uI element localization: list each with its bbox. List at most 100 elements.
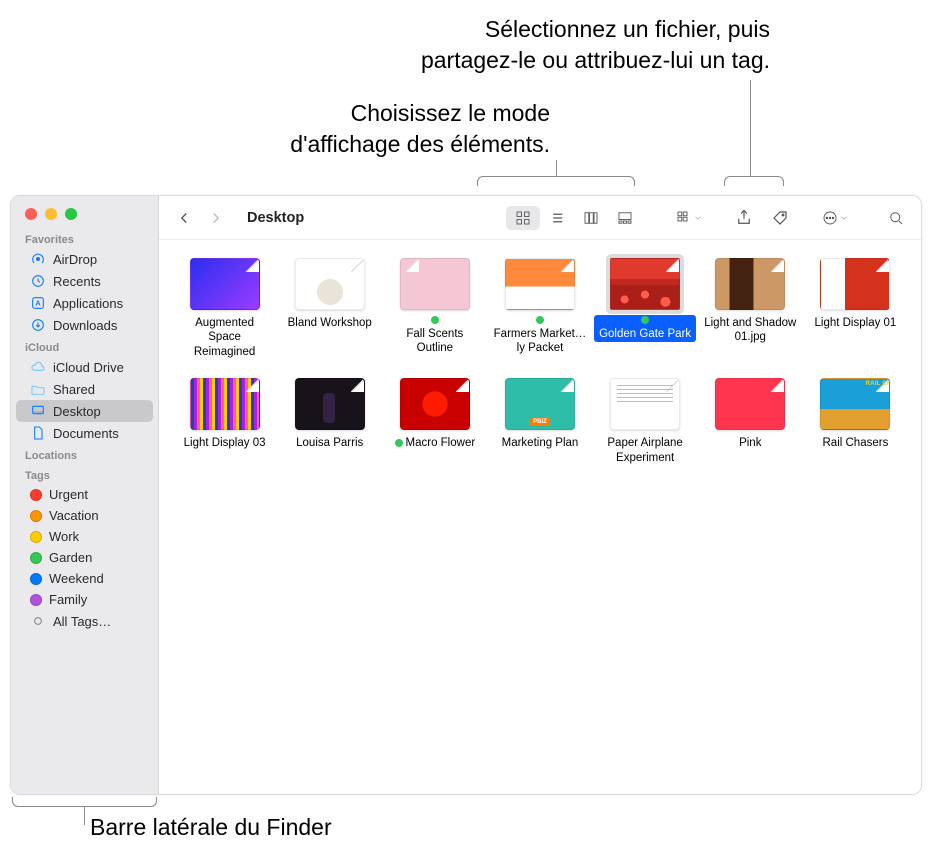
view-column-button[interactable]	[574, 206, 608, 230]
forward-button[interactable]	[201, 205, 231, 231]
file-label: Farmers Market…ly Packet	[489, 315, 591, 357]
close-window-button[interactable]	[25, 208, 37, 220]
sidebar-item-label: Recents	[53, 274, 101, 289]
sidebar-item-downloads[interactable]: Downloads	[16, 314, 153, 336]
sidebar-item-label: Weekend	[49, 571, 104, 586]
sidebar-tag-item[interactable]: Family	[16, 589, 153, 610]
file-thumbnail	[610, 258, 680, 310]
sidebar-item-recents[interactable]: Recents	[16, 270, 153, 292]
sidebar-item-label: Garden	[49, 550, 92, 565]
cloud-icon	[30, 359, 46, 375]
file-thumbnail	[295, 378, 365, 430]
finder-window: Favorites AirDrop Recents A Applications…	[10, 195, 922, 795]
annotation-share-tag: Sélectionnez un fichier, puis partagez-l…	[280, 14, 770, 76]
tag-color-icon	[30, 531, 42, 543]
file-thumbnail	[505, 258, 575, 310]
all-tags-icon	[30, 613, 46, 629]
callout-bracket	[12, 797, 157, 807]
view-gallery-button[interactable]	[608, 206, 642, 230]
airdrop-icon	[30, 251, 46, 267]
file-thumbnail	[190, 258, 260, 310]
file-label: Bland Workshop	[284, 315, 376, 331]
sidebar-item-icloud-drive[interactable]: iCloud Drive	[16, 356, 153, 378]
sidebar-item-desktop[interactable]: Desktop	[16, 400, 153, 422]
file-item[interactable]: Macro Flower	[383, 378, 486, 466]
file-item[interactable]: Louisa Parris	[278, 378, 381, 466]
document-icon	[30, 425, 46, 441]
sidebar-tag-item[interactable]: Garden	[16, 547, 153, 568]
file-item[interactable]: Farmers Market…ly Packet	[488, 258, 591, 360]
file-item[interactable]: Light Display 01	[804, 258, 907, 360]
file-item[interactable]: Marketing Plan	[488, 378, 591, 466]
file-label: Marketing Plan	[498, 435, 583, 451]
main-area: Desktop Augmented Space Reimagined Bland…	[159, 196, 921, 794]
sidebar-tag-item[interactable]: Weekend	[16, 568, 153, 589]
sidebar-section-locations: Locations	[11, 444, 158, 464]
file-thumbnail	[610, 378, 680, 430]
more-actions-button[interactable]	[815, 205, 855, 231]
file-item[interactable]: Augmented Space Reimagined	[173, 258, 276, 360]
file-tag-icon	[536, 316, 544, 324]
sidebar-item-applications[interactable]: A Applications	[16, 292, 153, 314]
file-thumbnail	[400, 258, 470, 310]
sidebar-item-label: Downloads	[53, 318, 117, 333]
share-button[interactable]	[729, 205, 759, 231]
callout-line	[750, 80, 751, 176]
file-label: Macro Flower	[391, 435, 480, 451]
tag-button[interactable]	[765, 205, 795, 231]
tag-color-icon	[30, 510, 42, 522]
file-item[interactable]: Rail Chasers	[804, 378, 907, 466]
file-label: Augmented Space Reimagined	[174, 315, 276, 360]
sidebar-section-tags: Tags	[11, 464, 158, 484]
callout-line	[556, 160, 557, 176]
sidebar-item-all-tags[interactable]: All Tags…	[16, 610, 153, 632]
group-by-button[interactable]	[669, 205, 709, 231]
tag-color-icon	[30, 489, 42, 501]
file-label: Golden Gate Park	[594, 315, 696, 342]
file-thumbnail	[190, 378, 260, 430]
traffic-lights	[11, 196, 158, 228]
sidebar-section-icloud: iCloud	[11, 336, 158, 356]
minimize-window-button[interactable]	[45, 208, 57, 220]
file-thumbnail	[505, 378, 575, 430]
file-item[interactable]: Light Display 03	[173, 378, 276, 466]
file-item[interactable]: Golden Gate Park	[594, 258, 697, 360]
tag-color-icon	[30, 552, 42, 564]
tag-color-icon	[30, 594, 42, 606]
sidebar-item-documents[interactable]: Documents	[16, 422, 153, 444]
sidebar-item-label: AirDrop	[53, 252, 97, 267]
search-button[interactable]	[881, 205, 911, 231]
sidebar-item-label: Desktop	[53, 404, 101, 419]
sidebar-tag-item[interactable]: Work	[16, 526, 153, 547]
sidebar-item-label: iCloud Drive	[53, 360, 124, 375]
sidebar: Favorites AirDrop Recents A Applications…	[11, 196, 159, 794]
file-thumbnail	[820, 378, 890, 430]
back-button[interactable]	[169, 205, 199, 231]
sidebar-tag-item[interactable]: Urgent	[16, 484, 153, 505]
file-tag-icon	[395, 439, 403, 447]
zoom-window-button[interactable]	[65, 208, 77, 220]
file-label: Pink	[735, 435, 765, 451]
file-item[interactable]: Light and Shadow 01.jpg	[699, 258, 802, 360]
sidebar-tag-item[interactable]: Vacation	[16, 505, 153, 526]
apps-icon: A	[30, 295, 46, 311]
file-item[interactable]: Bland Workshop	[278, 258, 381, 360]
callout-bracket	[477, 176, 635, 186]
file-label: Rail Chasers	[819, 435, 893, 451]
file-item[interactable]: Fall Scents Outline	[383, 258, 486, 360]
tag-color-icon	[30, 573, 42, 585]
sidebar-item-label: Documents	[53, 426, 119, 441]
desktop-icon	[30, 403, 46, 419]
view-list-button[interactable]	[540, 206, 574, 230]
sidebar-item-airdrop[interactable]: AirDrop	[16, 248, 153, 270]
sidebar-item-shared[interactable]: Shared	[16, 378, 153, 400]
file-item[interactable]: Pink	[699, 378, 802, 466]
callout-bracket	[724, 176, 784, 186]
file-thumbnail	[400, 378, 470, 430]
file-tag-icon	[641, 316, 649, 324]
view-mode-segment	[505, 205, 643, 231]
view-icon-button[interactable]	[506, 206, 540, 230]
file-item[interactable]: Paper Airplane Experiment	[594, 378, 697, 466]
sidebar-item-label: All Tags…	[53, 614, 111, 629]
file-label: Light Display 01	[811, 315, 901, 331]
